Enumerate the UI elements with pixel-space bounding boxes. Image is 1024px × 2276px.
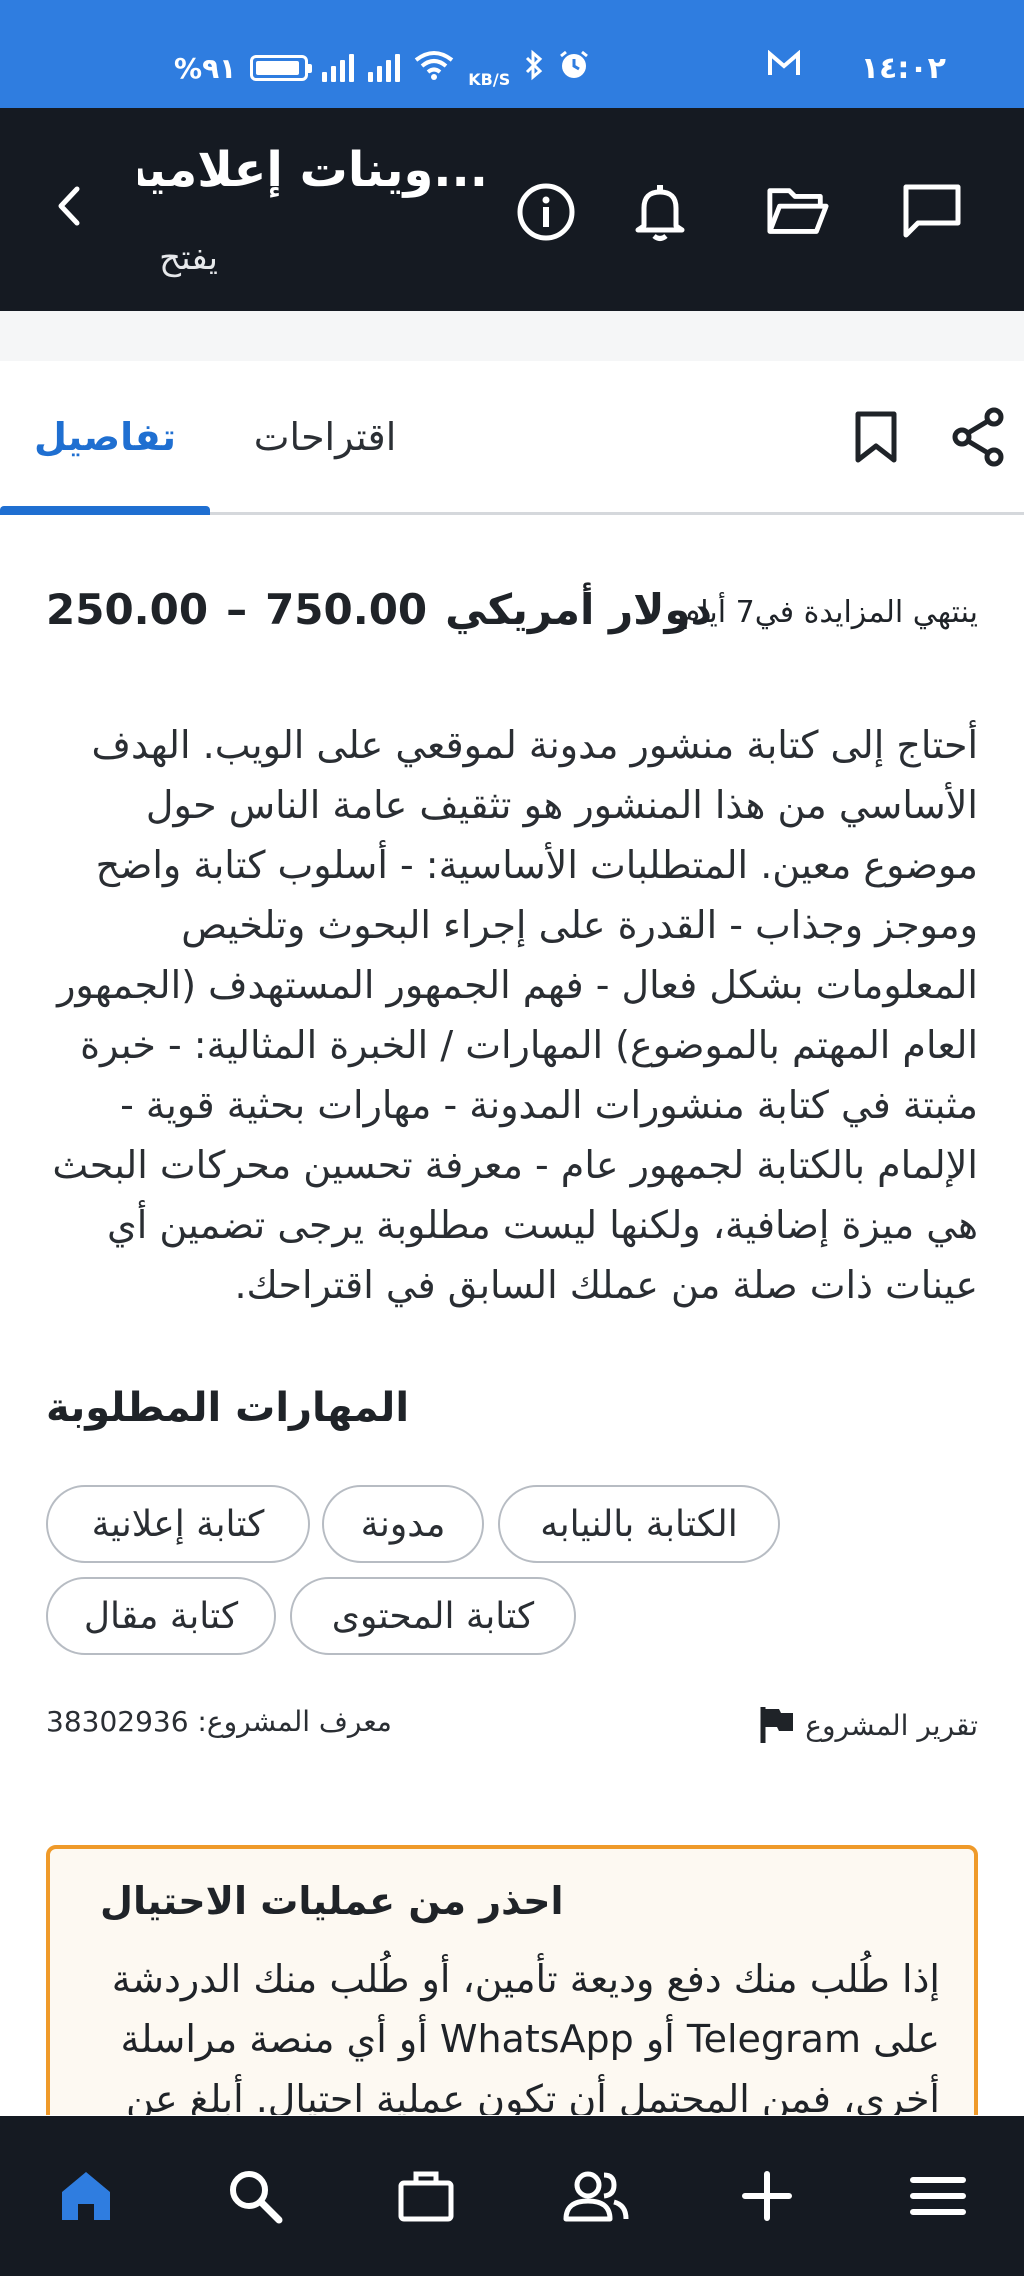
bid-ends: ينتهي المزايدة في7 أيام (682, 595, 978, 630)
project-id-label: معرف المشروع: (197, 1705, 392, 1738)
budget-dash: – (226, 585, 248, 634)
info-icon (517, 183, 575, 241)
budget-currency: دولار أمريكي (445, 585, 713, 634)
nav-post-project[interactable] (727, 2156, 807, 2236)
home-icon (62, 2172, 110, 2220)
budget-row: 250.00 – 750.00 دولار أمريكي ينتهي المزا… (46, 585, 978, 641)
skill-chip[interactable]: كتابة المحتوى (290, 1577, 576, 1655)
mail-notification-icon (767, 49, 801, 86)
bookmark-icon (855, 411, 897, 463)
skills-heading-text: المهارات المطلوبة (46, 1385, 410, 1431)
active-tab-indicator (0, 506, 210, 515)
signal-icon (322, 54, 355, 82)
app-header: ...وينات إعلامية يفتح (0, 108, 1024, 311)
skill-chip[interactable]: كتابة مقال (46, 1577, 276, 1655)
tab-proposals[interactable]: اقتراحات (230, 361, 420, 512)
battery-icon (250, 55, 313, 81)
bluetooth-icon (524, 49, 544, 88)
search-icon (230, 2171, 283, 2224)
nav-home[interactable] (46, 2156, 126, 2236)
people-icon (563, 2171, 629, 2222)
network-speed: KB/S (468, 70, 511, 89)
project-id: معرف المشروع: 38302936 (46, 1705, 392, 1738)
signal-icon-2 (368, 54, 401, 82)
alarm-icon (558, 49, 590, 88)
nav-jobs[interactable] (386, 2156, 466, 2236)
bid-ends-suffix: أيام (681, 595, 727, 630)
budget-high: 750.00 (265, 585, 428, 634)
bell-icon (635, 185, 685, 241)
skills-heading: المهارات المطلوبة (46, 1385, 978, 1431)
status-bar-left: %٩١ KB/S (174, 46, 590, 90)
plus-icon (742, 2171, 792, 2221)
share-button[interactable] (948, 407, 1008, 467)
status-bar-right: ١٤:٠٢ (767, 46, 946, 90)
skill-chip[interactable]: كتابة إعلانية (46, 1485, 310, 1563)
project-id-value: 38302936 (46, 1705, 189, 1738)
clock-time: ١٤:٠٢ (860, 50, 946, 86)
bottom-navigation (0, 2116, 1024, 2276)
bookmark-button[interactable] (846, 407, 906, 467)
briefcase-icon (398, 2171, 454, 2222)
warning-text: إذا طُلب منك دفع وديعة تأمين، أو طُلب من… (111, 1957, 940, 2115)
info-button[interactable] (514, 180, 578, 244)
wifi-icon (414, 50, 454, 87)
files-button[interactable] (766, 180, 830, 244)
chat-icon (903, 184, 961, 238)
share-icon (952, 407, 1004, 467)
scam-warning: احذر من عمليات الاحتيال إذا طُلب منك دفع… (46, 1845, 978, 2115)
report-project-link[interactable]: تقرير المشروع (759, 1705, 978, 1745)
tab-details[interactable]: تفاصيل (0, 361, 210, 512)
page-title: ...وينات إعلامية (138, 142, 488, 198)
report-label: تقرير المشروع (805, 1708, 978, 1742)
folder-open-icon (767, 188, 829, 234)
nav-menu[interactable] (898, 2156, 978, 2236)
skill-chip[interactable]: الكتابة بالنيابه (498, 1485, 780, 1563)
menu-icon (910, 2177, 966, 2215)
messages-button[interactable] (900, 180, 964, 244)
project-meta: معرف المشروع: 38302936 تقرير المشروع (46, 1705, 978, 1755)
status-bar: %٩١ KB/S ١٤:٠٢ (0, 0, 1024, 108)
project-description: أحتاج إلى كتابة منشور مدونة لموقعي على ا… (52, 723, 978, 1307)
flag-icon (760, 1707, 794, 1743)
header-spacer (0, 311, 1024, 361)
bid-ends-prefix: ينتهي المزايدة في (754, 595, 978, 630)
back-button[interactable] (40, 178, 96, 234)
project-status: يفتح (159, 238, 218, 278)
tab-bar: تفاصيل اقتراحات (0, 361, 1024, 515)
bid-ends-days: 7 (735, 595, 755, 630)
battery-percent: %٩١ (174, 51, 237, 85)
skill-chip[interactable]: مدونة (322, 1485, 484, 1563)
warning-title: احذر من عمليات الاحتيال (100, 1879, 564, 1923)
notifications-button[interactable] (628, 180, 692, 244)
budget-low: 250.00 (46, 585, 209, 634)
nav-people[interactable] (556, 2156, 636, 2236)
chevron-left-icon (58, 186, 80, 226)
budget-range: 250.00 – 750.00 دولار أمريكي (46, 585, 712, 634)
project-details: 250.00 – 750.00 دولار أمريكي ينتهي المزا… (0, 515, 1024, 2115)
nav-search[interactable] (215, 2156, 295, 2236)
